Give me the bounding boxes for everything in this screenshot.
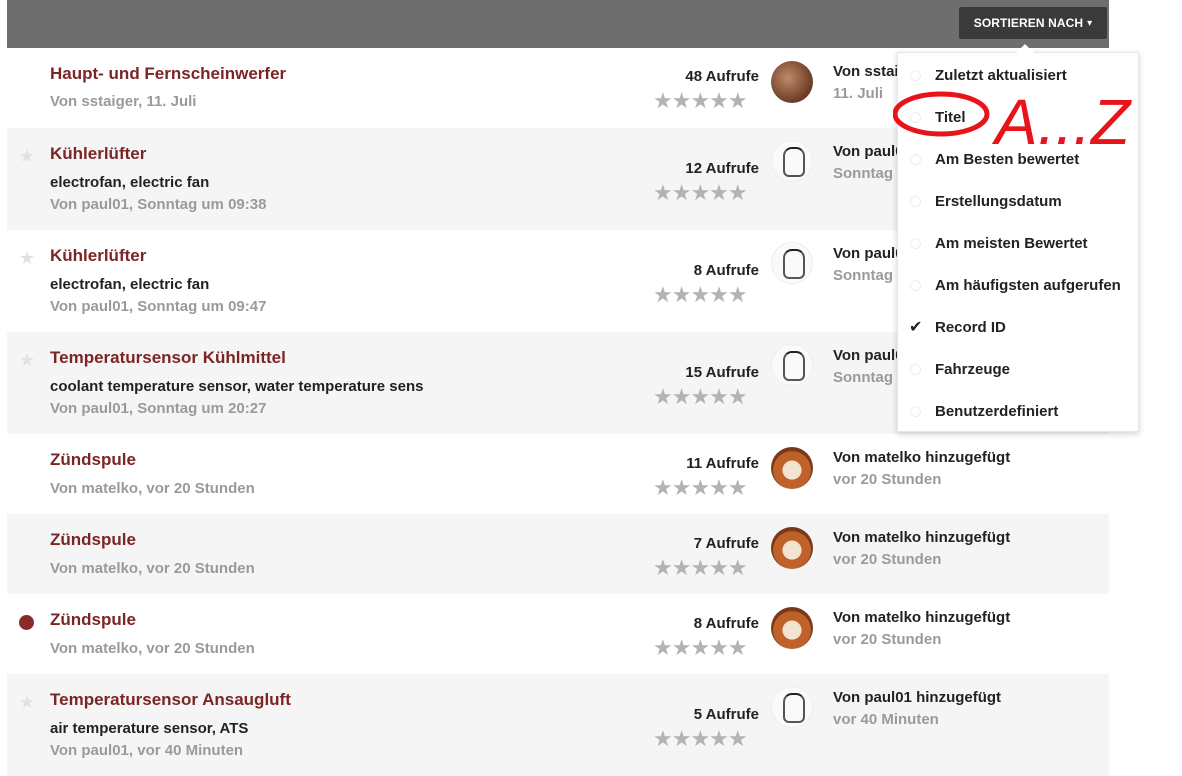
cake-avatar[interactable]: [771, 447, 813, 489]
rating-stars-icon[interactable]: ★★★★★: [653, 557, 748, 579]
record-meta: Von matelko, vor 20 Stunden: [50, 560, 255, 577]
record-tags: electrofan, electric fan: [50, 276, 210, 293]
sort-option-label: Zuletzt aktualisiert: [935, 67, 1067, 84]
sort-option[interactable]: Am meisten Bewertet: [898, 223, 1138, 263]
added-time-text: 11. Juli: [833, 85, 884, 102]
sort-by-label: SORTIEREN NACH: [973, 16, 1084, 30]
record-title-link[interactable]: Zündspule: [50, 530, 136, 550]
dropdown-arrow: [1016, 44, 1034, 53]
table-row[interactable]: ★ Temperatursensor Ansaugluft air temperat…: [7, 674, 1109, 776]
record-meta: Von matelko, vor 20 Stunden: [50, 640, 255, 657]
record-title-link[interactable]: Zündspule: [50, 610, 136, 630]
view-count: 7 Aufrufe: [693, 535, 759, 552]
person-avatar[interactable]: [771, 344, 813, 386]
record-tags: air temperature sensor, ATS: [50, 720, 249, 737]
sort-option[interactable]: Fahrzeuge: [898, 349, 1138, 389]
person-avatar[interactable]: [771, 140, 813, 182]
view-count: 12 Aufrufe: [685, 160, 759, 177]
sort-dropdown-menu: Zuletzt aktualisiert Titel Am Besten bewer…: [897, 44, 1139, 432]
view-count: 11 Aufrufe: [686, 455, 759, 472]
rating-stars-icon[interactable]: ★★★★★: [653, 477, 748, 499]
view-count: 8 Aufrufe: [693, 615, 759, 632]
cake-avatar[interactable]: [771, 607, 813, 649]
record-meta: Von sstaiger, 11. Juli: [50, 93, 197, 110]
favorite-star-icon[interactable]: ★: [19, 249, 35, 267]
person-avatar[interactable]: [771, 242, 813, 284]
sort-option[interactable]: ✔ Record ID: [898, 307, 1138, 347]
radio-icon[interactable]: [910, 238, 921, 249]
rating-stars-icon[interactable]: ★★★★★: [653, 386, 748, 408]
sort-option-label: Fahrzeuge: [935, 361, 1011, 378]
added-time-text: vor 20 Stunden: [833, 471, 942, 488]
car-avatar[interactable]: [771, 61, 813, 103]
sort-option[interactable]: Erstellungsdatum: [898, 181, 1138, 221]
added-time-text: vor 40 Minuten: [833, 711, 939, 728]
record-title-link[interactable]: Temperatursensor Kühlmittel: [50, 348, 286, 368]
sort-option[interactable]: Benutzerdefiniert: [898, 391, 1138, 431]
radio-icon[interactable]: [910, 364, 921, 375]
top-toolbar: SORTIEREN NACH ▾: [7, 0, 1109, 48]
added-time-text: vor 20 Stunden: [833, 631, 942, 648]
record-meta: Von paul01, vor 40 Minuten: [50, 742, 244, 759]
record-title-link[interactable]: Haupt- und Fernscheinwerfer: [50, 64, 286, 84]
view-count: 5 Aufrufe: [693, 706, 759, 723]
added-by-text: Von matelko hinzugefügt: [833, 449, 1011, 466]
rating-stars-icon[interactable]: ★★★★★: [653, 637, 748, 659]
sort-by-button[interactable]: SORTIEREN NACH ▾: [959, 7, 1107, 39]
added-by-text: Von matelko hinzugefügt: [833, 609, 1011, 626]
radio-icon[interactable]: [910, 112, 921, 123]
rating-stars-icon[interactable]: ★★★★★: [653, 728, 748, 750]
view-count: 48 Aufrufe: [685, 68, 759, 85]
rating-stars-icon[interactable]: ★★★★★: [653, 182, 748, 204]
sort-option-label: Erstellungsdatum: [935, 193, 1062, 210]
record-title-link[interactable]: Kühlerlüfter: [50, 246, 146, 266]
record-meta: Von paul01, Sonntag um 09:47: [50, 298, 267, 315]
radio-icon[interactable]: [910, 280, 921, 291]
favorite-star-icon[interactable]: ★: [19, 693, 35, 711]
sort-option-label: Am häufigsten aufgerufen: [935, 277, 1121, 294]
record-tags: electrofan, electric fan: [50, 174, 210, 191]
record-title-link[interactable]: Zündspule: [50, 450, 136, 470]
added-time-text: vor 20 Stunden: [833, 551, 942, 568]
record-meta: Von paul01, Sonntag um 20:27: [50, 400, 267, 417]
sort-option[interactable]: Zuletzt aktualisiert: [898, 55, 1138, 95]
sort-option[interactable]: Am häufigsten aufgerufen: [898, 265, 1138, 305]
radio-icon[interactable]: [910, 70, 921, 81]
sort-option-label: Titel: [935, 109, 966, 126]
table-row[interactable]: Zündspule Von matelko, vor 20 Stunden 11 A…: [7, 434, 1109, 514]
view-count: 8 Aufrufe: [693, 262, 759, 279]
favorite-star-icon[interactable]: ★: [19, 147, 35, 165]
table-row[interactable]: Zündspule Von matelko, vor 20 Stunden 8 Au…: [7, 594, 1109, 674]
sort-option-label: Am meisten Bewertet: [935, 235, 1088, 252]
record-meta: Von matelko, vor 20 Stunden: [50, 480, 255, 497]
cake-avatar[interactable]: [771, 527, 813, 569]
added-by-text: Von matelko hinzugefügt: [833, 529, 1011, 546]
record-title-link[interactable]: Kühlerlüfter: [50, 144, 146, 164]
checkmark-icon: ✔: [909, 319, 923, 336]
sort-option[interactable]: Titel: [898, 97, 1138, 137]
radio-icon[interactable]: [910, 154, 921, 165]
record-title-link[interactable]: Temperatursensor Ansaugluft: [50, 690, 291, 710]
person-avatar[interactable]: [771, 686, 813, 728]
record-meta: Von paul01, Sonntag um 09:38: [50, 196, 267, 213]
added-by-text: Von paul01 hinzugefügt: [833, 689, 1002, 706]
radio-icon[interactable]: [910, 196, 921, 207]
rating-stars-icon[interactable]: ★★★★★: [653, 284, 748, 306]
favorite-dot-icon[interactable]: [19, 615, 34, 630]
caret-down-icon: ▾: [1087, 17, 1093, 29]
view-count: 15 Aufrufe: [685, 364, 759, 381]
sort-option[interactable]: Am Besten bewertet: [898, 139, 1138, 179]
sort-option-label: Record ID: [935, 319, 1006, 336]
rating-stars-icon[interactable]: ★★★★★: [653, 90, 748, 112]
favorite-star-icon[interactable]: ★: [19, 351, 35, 369]
sort-option-label: Am Besten bewertet: [935, 151, 1080, 168]
sort-option-label: Benutzerdefiniert: [935, 403, 1059, 420]
record-tags: coolant temperature sensor, water temper…: [50, 378, 424, 395]
table-row[interactable]: Zündspule Von matelko, vor 20 Stunden 7 Au…: [7, 514, 1109, 594]
radio-icon[interactable]: [910, 406, 921, 417]
